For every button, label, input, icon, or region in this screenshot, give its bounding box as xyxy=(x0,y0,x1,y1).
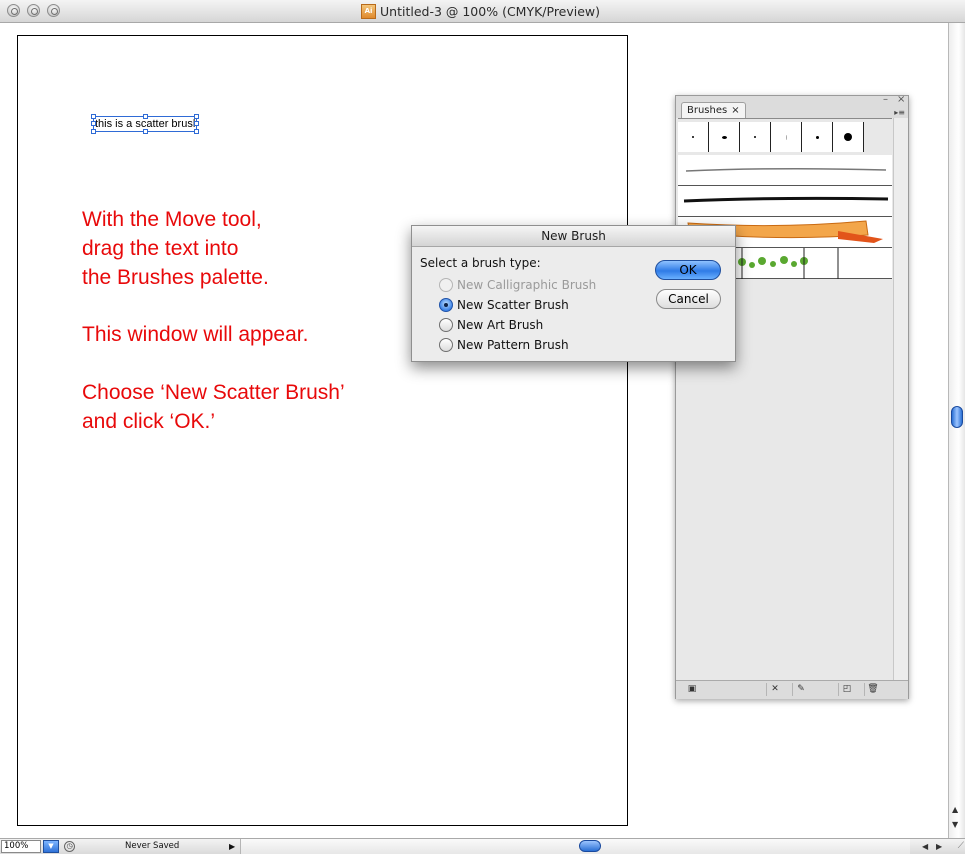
art-brush-row-thin[interactable] xyxy=(678,155,892,186)
dialog-title: New Brush xyxy=(412,226,735,247)
selection-handle-bl[interactable] xyxy=(91,129,96,134)
minimize-window-button[interactable] xyxy=(27,4,40,17)
selection-handle-tr[interactable] xyxy=(194,114,199,119)
option-art-brush[interactable]: New Art Brush xyxy=(439,317,543,333)
scroll-down-arrow-icon[interactable]: ▼ xyxy=(952,820,958,829)
selection-handle-br[interactable] xyxy=(194,129,199,134)
horizontal-scroll-thumb[interactable] xyxy=(579,840,601,852)
brush-swatch[interactable] xyxy=(802,122,833,152)
option-label: New Calligraphic Brush xyxy=(457,278,597,292)
tab-brushes[interactable]: Brushes × xyxy=(681,102,746,118)
art-brush-row-charcoal[interactable] xyxy=(678,186,892,217)
brush-libraries-menu-icon[interactable]: ▣ xyxy=(684,683,700,696)
thin-stroke-brush-icon xyxy=(685,167,887,172)
instruction-line: This window will appear. xyxy=(82,323,309,346)
resize-grip-icon[interactable]: ⟋ xyxy=(958,840,964,853)
brush-list[interactable] xyxy=(678,118,892,681)
radio-art[interactable] xyxy=(439,318,453,332)
option-scatter-brush[interactable]: New Scatter Brush xyxy=(439,297,569,313)
brush-options-icon[interactable]: ✎ xyxy=(792,683,809,696)
option-pattern-brush[interactable]: New Pattern Brush xyxy=(439,337,569,353)
cancel-button[interactable]: Cancel xyxy=(656,289,721,309)
selection-handle-r[interactable] xyxy=(194,121,199,126)
window-title: Untitled-3 @ 100% (CMYK/Preview) xyxy=(380,3,601,19)
instruction-line: the Brushes palette. xyxy=(82,266,269,289)
scroll-left-arrow-icon[interactable]: ◀ xyxy=(922,840,928,853)
selection-handle-t[interactable] xyxy=(143,114,148,119)
palette-header: – × Brushes × ▸≡ xyxy=(676,94,908,118)
vertical-scroll-thumb[interactable] xyxy=(951,406,963,428)
zoom-level-field[interactable]: 100% xyxy=(1,840,41,853)
selection-handle-tl[interactable] xyxy=(91,114,96,119)
calligraphic-brush-row xyxy=(678,122,864,152)
tab-close-icon[interactable]: × xyxy=(731,103,739,118)
palette-minimize-button[interactable]: – xyxy=(883,94,888,105)
tab-brushes-label: Brushes xyxy=(687,105,728,116)
brush-swatch[interactable] xyxy=(833,122,864,152)
brushes-palette: – × Brushes × ▸≡ ▣ ✕ ✎ ◰ 🗑 xyxy=(675,94,909,699)
vertical-scrollbar[interactable]: ▲ ▼ xyxy=(948,23,965,838)
zoom-window-button[interactable] xyxy=(47,4,60,17)
palette-footer: ▣ ✕ ✎ ◰ 🗑 xyxy=(676,680,908,699)
palette-menu-icon[interactable]: ▸≡ xyxy=(894,108,905,117)
version-cue-icon[interactable]: ◷ xyxy=(64,841,75,852)
radio-pattern[interactable] xyxy=(439,338,453,352)
selection-handle-b[interactable] xyxy=(143,129,148,134)
remove-brush-stroke-icon[interactable]: ✕ xyxy=(766,683,783,696)
option-label[interactable]: New Pattern Brush xyxy=(457,338,569,352)
brush-swatch[interactable] xyxy=(678,122,709,152)
illustrator-document-icon: Ai xyxy=(361,3,376,19)
status-menu-arrow-icon[interactable]: ▶ xyxy=(229,840,235,853)
ok-button[interactable]: OK xyxy=(655,260,721,280)
instruction-line: and click ‘OK.’ xyxy=(82,410,216,433)
new-brush-dialog: New Brush Select a brush type: New Calli… xyxy=(411,225,736,362)
charcoal-brush-icon xyxy=(683,196,889,203)
new-brush-icon[interactable]: ◰ xyxy=(838,683,855,696)
radio-scatter[interactable] xyxy=(439,298,453,312)
scroll-up-arrow-icon[interactable]: ▲ xyxy=(952,805,958,814)
zoom-dropdown-icon[interactable]: ▼ xyxy=(43,840,59,853)
instruction-line: Choose ‘New Scatter Brush’ xyxy=(82,381,345,404)
palette-close-button[interactable]: × xyxy=(897,94,905,105)
brush-type-prompt: Select a brush type: xyxy=(420,256,541,270)
selection-handle-l[interactable] xyxy=(91,121,96,126)
instruction-line: drag the text into xyxy=(82,237,239,260)
brush-swatch[interactable] xyxy=(771,122,802,152)
save-status[interactable]: Never Saved xyxy=(125,840,179,853)
brush-swatch[interactable] xyxy=(740,122,771,152)
palette-scrollbar[interactable] xyxy=(893,118,908,680)
instruction-line: With the Move tool, xyxy=(82,208,262,231)
horizontal-scrollbar[interactable]: ◀ ▶ xyxy=(240,839,942,854)
close-window-button[interactable] xyxy=(7,4,20,17)
brush-swatch[interactable] xyxy=(709,122,740,152)
trash-icon[interactable]: 🗑 xyxy=(864,683,881,696)
option-label[interactable]: New Art Brush xyxy=(457,318,543,332)
option-label[interactable]: New Scatter Brush xyxy=(457,298,569,312)
option-calligraphic-brush: New Calligraphic Brush xyxy=(439,277,596,293)
status-bar: 100% ▼ ◷ Never Saved ▶ ◀ ▶ ⟋ xyxy=(0,838,965,854)
scroll-right-arrow-icon[interactable]: ▶ xyxy=(936,840,942,853)
window-title-group: Ai Untitled-3 @ 100% (CMYK/Preview) xyxy=(361,3,600,19)
window-titlebar: Ai Untitled-3 @ 100% (CMYK/Preview) xyxy=(0,0,965,23)
radio-calligraphic xyxy=(439,278,453,292)
